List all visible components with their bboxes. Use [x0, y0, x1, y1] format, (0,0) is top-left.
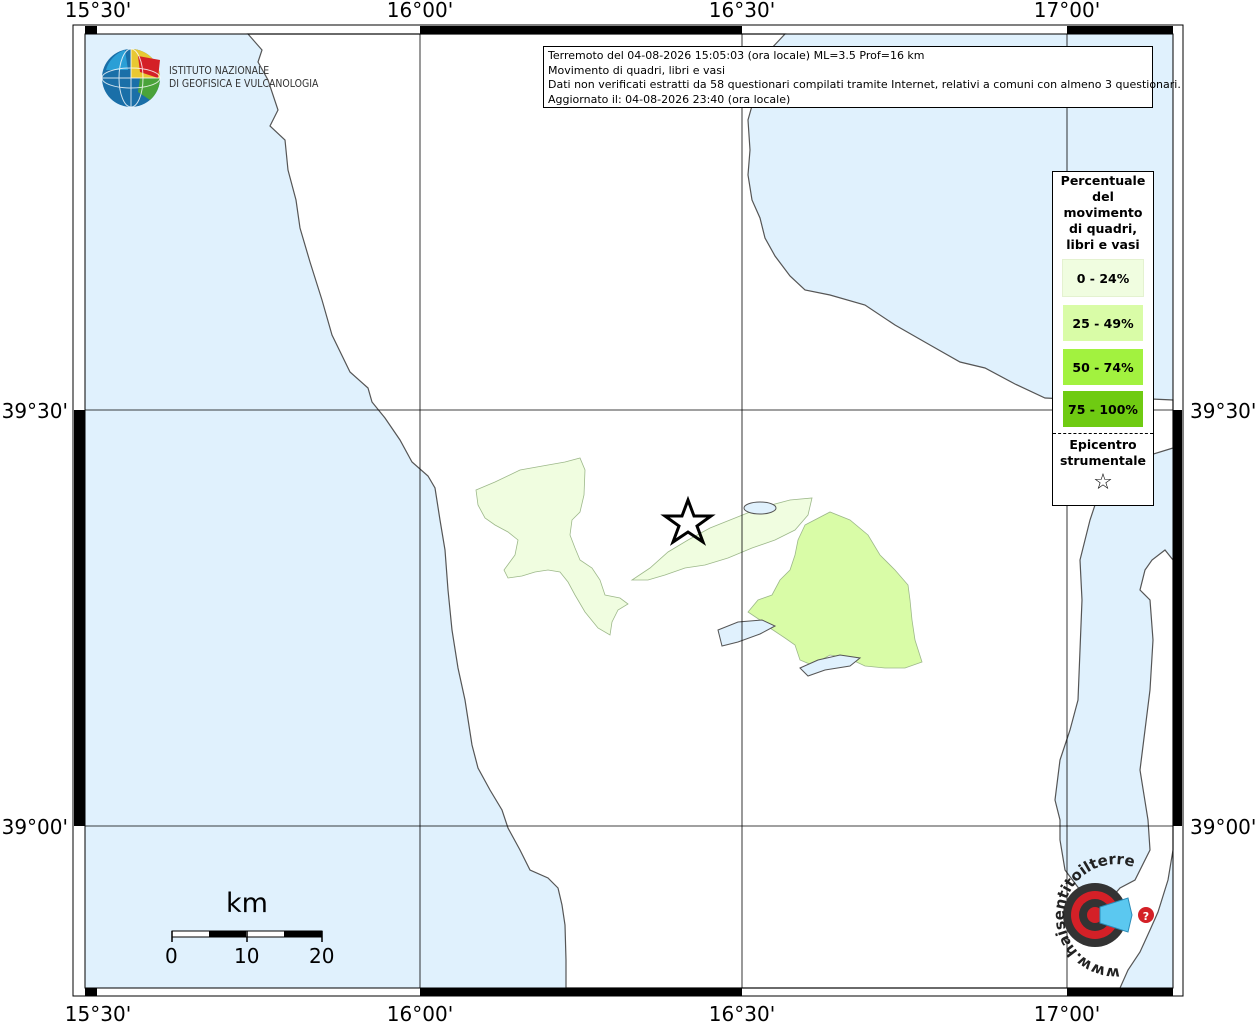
- scale-tick-0: 0: [165, 944, 178, 968]
- lat-label-left-2: 39°00': [2, 815, 68, 839]
- lon-label-bottom-3: 16°30': [709, 1002, 775, 1024]
- info-line-parameter: Movimento di quadri, libri e vasi: [548, 63, 726, 77]
- legend-item-label: 0 - 24%: [1076, 270, 1130, 286]
- scale-tick-10: 10: [234, 944, 260, 968]
- ingv-logo-line2: DI GEOFISICA E VULCANOLOGIA: [169, 77, 319, 90]
- legend-epicenter-title: Epicentro strumentale: [1059, 437, 1147, 468]
- legend-panel: Percentuale del movimento di quadri, lib…: [1052, 171, 1154, 506]
- legend-item-label: 50 - 74%: [1072, 359, 1134, 375]
- lon-label-top-4: 17°00': [1034, 0, 1100, 22]
- ingv-logo-text: ISTITUTO NAZIONALE DI GEOFISICA E VULCAN…: [169, 64, 318, 90]
- legend-title: Percentuale del movimento di quadri, lib…: [1060, 173, 1146, 252]
- legend-item-50-74: 50 - 74%: [1063, 349, 1143, 385]
- ingv-globe-icon: [101, 48, 161, 108]
- lat-labels-left: 39°30' 39°00': [2, 399, 68, 839]
- legend-item-75-100: 75 - 100%: [1063, 391, 1143, 427]
- legend-item-25-49: 25 - 49%: [1063, 305, 1143, 341]
- lon-label-bottom-1: 15°30': [65, 1002, 131, 1024]
- lon-label-top-3: 16°30': [709, 0, 775, 22]
- lon-label-top-1: 15°30': [65, 0, 131, 22]
- legend-star-icon: ☆: [1093, 470, 1113, 495]
- lon-label-bottom-2: 16°00': [387, 1002, 453, 1024]
- lon-label-bottom-4: 17°00': [1034, 1002, 1100, 1024]
- svg-text:?: ?: [1143, 910, 1149, 923]
- scale-tick-20: 20: [309, 944, 335, 968]
- legend-item-label: 75 - 100%: [1068, 401, 1138, 417]
- legend-item-label: 25 - 49%: [1072, 315, 1134, 331]
- info-line-event: Terremoto del 04-08-2026 15:05:03 (ora l…: [548, 49, 925, 62]
- legend-item-0-24: 0 - 24%: [1062, 259, 1144, 297]
- lon-labels-bottom: 15°30' 16°00' 16°30' 17°00': [65, 1002, 1100, 1024]
- lon-labels-top: 15°30' 16°00' 16°30' 17°00': [65, 0, 1100, 22]
- map-canvas: 15°30' 16°00' 16°30' 17°00' 15°30' 16°00…: [0, 0, 1255, 1024]
- scale-unit-label: km: [226, 888, 268, 919]
- ingv-logo-line1: ISTITUTO NAZIONALE: [169, 64, 270, 77]
- lon-label-top-2: 16°00': [387, 0, 453, 22]
- lat-labels-right: 39°30' 39°00': [1190, 399, 1255, 839]
- lat-label-right-2: 39°00': [1190, 815, 1255, 839]
- info-line-disclaimer: Dati non verificati estratti da 58 quest…: [548, 78, 1181, 91]
- lake-north: [743, 501, 777, 515]
- lat-label-left-1: 39°30': [2, 399, 68, 423]
- info-line-updated: Aggiornato il: 04-08-2026 23:40 (ora loc…: [548, 92, 791, 106]
- lat-label-right-1: 39°30': [1190, 399, 1255, 423]
- earthquake-info-box: Terremoto del 04-08-2026 15:05:03 (ora l…: [543, 46, 1181, 108]
